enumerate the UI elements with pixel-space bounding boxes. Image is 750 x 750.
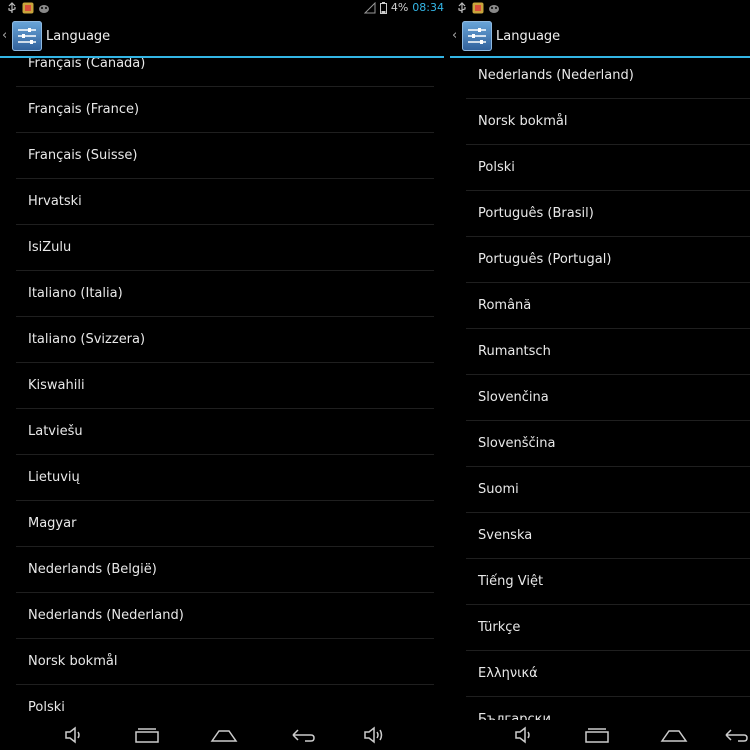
language-label: Nederlands (België) xyxy=(28,562,157,577)
language-item[interactable]: Lietuvių xyxy=(16,456,434,501)
language-item[interactable]: Nederlands (Nederland) xyxy=(16,594,434,639)
language-label: Lietuvių xyxy=(28,470,80,485)
language-item[interactable]: Français (Suisse) xyxy=(16,134,434,179)
language-label: Italiano (Italia) xyxy=(28,286,123,301)
language-label: Norsk bokmål xyxy=(478,114,568,129)
language-item[interactable]: Nederlands (België) xyxy=(16,548,434,593)
language-label: Latviešu xyxy=(28,424,83,439)
battery-icon xyxy=(379,1,387,14)
language-label: Nederlands (Nederland) xyxy=(28,608,184,623)
language-label: Slovenščina xyxy=(478,436,556,451)
status-bar-right xyxy=(450,0,750,18)
recent-apps-icon[interactable] xyxy=(583,724,611,746)
language-label: Norsk bokmål xyxy=(28,654,118,669)
language-label: Italiano (Svizzera) xyxy=(28,332,146,347)
language-label: Hrvatski xyxy=(28,194,82,209)
language-label: Suomi xyxy=(478,482,519,497)
language-label: Polski xyxy=(478,160,515,175)
language-label: IsiZulu xyxy=(28,240,72,255)
language-label: Français (France) xyxy=(28,102,140,117)
language-label: Français (Suisse) xyxy=(28,148,138,163)
language-item[interactable]: Français (France) xyxy=(16,88,434,133)
language-label: Română xyxy=(478,298,532,313)
language-item[interactable]: Norsk bokmål xyxy=(466,100,750,145)
language-item[interactable]: Magyar xyxy=(16,502,434,547)
action-bar-left: ‹ Language xyxy=(0,18,444,58)
language-label: Português (Portugal) xyxy=(478,252,612,267)
back-icon[interactable] xyxy=(722,724,750,746)
signal-icon xyxy=(363,1,376,14)
language-item[interactable]: Polski xyxy=(466,146,750,191)
home-icon[interactable] xyxy=(210,724,238,746)
language-item[interactable]: Svenska xyxy=(466,514,750,559)
battery-percent: 4% xyxy=(390,1,409,14)
language-label: Rumantsch xyxy=(478,344,551,359)
language-item[interactable]: IsiZulu xyxy=(16,226,434,271)
language-item[interactable]: Italiano (Svizzera) xyxy=(16,318,434,363)
page-title: Language xyxy=(46,29,111,44)
gallery-notification-icon xyxy=(472,2,484,14)
settings-icon[interactable] xyxy=(12,21,42,51)
language-label: Slovenčina xyxy=(478,390,549,405)
language-label: Български xyxy=(478,712,551,720)
language-label: Français (Canada) xyxy=(28,58,146,71)
recent-apps-icon[interactable] xyxy=(133,724,161,746)
language-item[interactable]: Ελληνικά xyxy=(466,652,750,697)
status-bar-left: 4% 08:34 xyxy=(0,0,450,18)
language-label: Magyar xyxy=(28,516,77,531)
language-item[interactable]: Italiano (Italia) xyxy=(16,272,434,317)
language-item[interactable]: Slovenščina xyxy=(466,422,750,467)
language-label: Português (Brasil) xyxy=(478,206,594,221)
volume-down-icon[interactable] xyxy=(510,724,538,746)
language-item[interactable]: Slovenčina xyxy=(466,376,750,421)
up-navigation-icon[interactable]: ‹ xyxy=(2,28,7,43)
action-bar-right: ‹ Language xyxy=(450,18,750,58)
language-label: Ελληνικά xyxy=(478,666,538,681)
language-item[interactable]: Norsk bokmål xyxy=(16,640,434,685)
language-item[interactable]: Português (Brasil) xyxy=(466,192,750,237)
home-icon[interactable] xyxy=(660,724,688,746)
volume-up-icon[interactable] xyxy=(360,724,388,746)
page-title: Language xyxy=(496,29,561,44)
language-label: Türkçe xyxy=(478,620,521,635)
up-navigation-icon[interactable]: ‹ xyxy=(452,28,457,43)
language-item[interactable]: Hrvatski xyxy=(16,180,434,225)
nav-bar-left xyxy=(0,720,450,750)
language-item[interactable]: Português (Portugal) xyxy=(466,238,750,283)
language-item[interactable]: Français (Canada) xyxy=(16,58,434,87)
language-item[interactable]: Română xyxy=(466,284,750,329)
language-item[interactable]: Latviešu xyxy=(16,410,434,455)
language-item[interactable]: Български xyxy=(466,698,750,720)
language-item[interactable]: Kiswahili xyxy=(16,364,434,409)
clock-time: 08:34 xyxy=(412,1,444,14)
language-label: Polski xyxy=(28,700,65,715)
language-label: Tiếng Việt xyxy=(478,574,544,589)
language-item[interactable]: Türkçe xyxy=(466,606,750,651)
back-icon[interactable] xyxy=(289,724,317,746)
language-list-right[interactable]: Nederlands (Nederland) Norsk bokmål Pols… xyxy=(450,58,750,720)
nav-bar-right xyxy=(450,720,750,750)
gallery-notification-icon xyxy=(22,2,34,14)
language-item[interactable]: Polski xyxy=(16,686,434,720)
language-item[interactable]: Nederlands (Nederland) xyxy=(466,58,750,99)
settings-icon[interactable] xyxy=(462,21,492,51)
volume-down-icon[interactable] xyxy=(60,724,88,746)
android-notification-icon xyxy=(488,2,500,14)
language-label: Kiswahili xyxy=(28,378,85,393)
android-notification-icon xyxy=(38,2,50,14)
language-list-left[interactable]: Français (Canada) Français (France) Fran… xyxy=(0,58,450,720)
language-item[interactable]: Tiếng Việt xyxy=(466,560,750,605)
usb-icon xyxy=(6,2,18,14)
usb-icon xyxy=(456,2,468,14)
language-item[interactable]: Rumantsch xyxy=(466,330,750,375)
language-label: Nederlands (Nederland) xyxy=(478,68,634,83)
language-item[interactable]: Suomi xyxy=(466,468,750,513)
language-label: Svenska xyxy=(478,528,533,543)
